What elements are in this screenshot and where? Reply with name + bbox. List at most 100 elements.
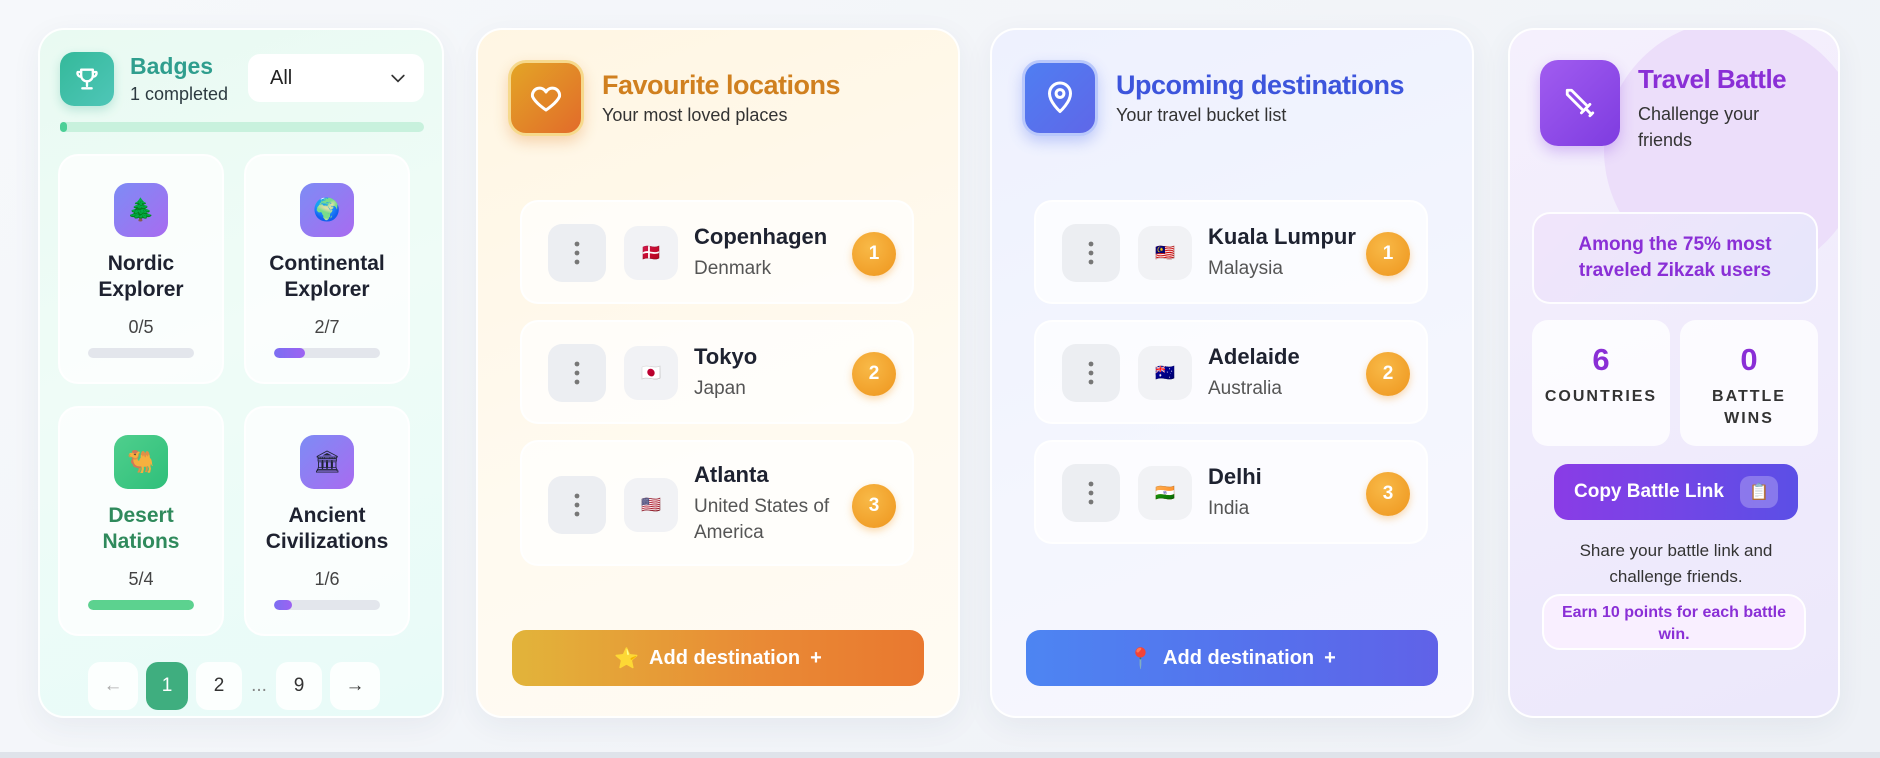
badge-tile-desert-nations[interactable]: 🐫 Desert Nations 5/4 [58,406,224,636]
badge-count: 5/4 [128,569,154,589]
heart-icon [508,60,584,136]
drag-handle-icon[interactable] [1062,344,1120,402]
favourite-subtitle: Your most loved places [602,105,788,125]
favourite-locations-card: Favourite locations Your most loved plac… [476,28,960,718]
favourite-item[interactable]: 🇺🇸 Atlanta United States of America 3 [520,440,914,566]
upcoming-title: Upcoming destinations [1116,70,1405,100]
badges-progress-fill [60,122,68,132]
badges-pagination: ← 1 2 ... 9 → [88,662,380,710]
badge-count: 2/7 [314,317,340,337]
badge-count: 1/6 [314,569,340,589]
upcoming-item[interactable]: 🇦🇺 Adelaide Australia 2 [1034,320,1428,424]
camel-icon: 🐫 [114,435,168,489]
drag-handle-icon[interactable] [548,344,606,402]
badge-progress-fill [274,600,293,610]
badge-name: Continental Explorer [269,252,385,301]
battle-title: Travel Battle [1638,64,1787,94]
prev-page-button[interactable]: ← [88,662,138,710]
drag-handle-icon[interactable] [548,224,606,282]
stat-countries: 6 COUNTRIES [1532,320,1670,446]
favourite-item[interactable]: 🇯🇵 Tokyo Japan 2 [520,320,914,424]
temple-icon: 🏛 [300,435,354,489]
badge-filter-select[interactable]: All [248,54,424,102]
denmark-flag-icon: 🇩🇰 [624,226,678,280]
next-page-button[interactable]: → [330,662,380,710]
location-city: Atlanta [694,462,769,487]
location-city: Copenhagen [694,224,828,249]
sword-icon [1540,60,1620,146]
badge-count: 0/5 [128,317,154,337]
rank-badge: 2 [852,352,896,396]
stat-label: BATTLE WINS [1712,388,1786,427]
tree-icon: 🌲 [114,183,168,237]
bottom-scrollbar [0,752,1880,758]
battle-subtitle: Challenge your friends [1638,104,1760,150]
rank-badge: 1 [852,232,896,276]
badge-progress-fill [274,348,305,358]
user-percentile-box: Among the 75% most traveled Zikzak users [1532,212,1818,304]
travel-battle-card: Travel Battle Challenge your friends Amo… [1508,28,1840,718]
rank-badge: 3 [852,484,896,528]
location-city: Delhi [1208,464,1262,489]
badge-progress-bar [274,600,380,610]
badge-filter-value: All [270,66,293,89]
add-upcoming-destination-button[interactable]: 📍 Add destination + [1026,630,1438,686]
badge-progress-bar [274,348,380,358]
badge-tile-continental-explorer[interactable]: 🌍 Continental Explorer 2/7 [244,154,410,384]
usa-flag-icon: 🇺🇸 [624,478,678,532]
location-city: Adelaide [1208,344,1300,369]
location-city: Kuala Lumpur [1208,224,1356,249]
upcoming-destinations-card: Upcoming destinations Your travel bucket… [990,28,1474,718]
drag-handle-icon[interactable] [1062,224,1120,282]
page-button-9[interactable]: 9 [276,662,322,710]
japan-flag-icon: 🇯🇵 [624,346,678,400]
badges-completed-count: 1 completed [130,84,229,104]
rank-badge: 1 [1366,232,1410,276]
badge-progress-fill [88,600,194,610]
badges-progress-bar [60,122,424,132]
location-country: Malaysia [1208,258,1283,279]
copy-battle-link-button[interactable]: Copy Battle Link 📋 [1554,464,1798,520]
page-button-2[interactable]: 2 [196,662,242,710]
stat-battle-wins: 0 BATTLE WINS [1680,320,1818,446]
map-pin-icon: 📍 [1128,647,1154,670]
badges-header: Badges 1 completed [60,52,228,106]
stat-value: 6 [1592,342,1610,377]
location-country: Japan [694,378,746,399]
stat-label: COUNTRIES [1544,388,1658,405]
pagination-ellipsis: ... [251,675,267,696]
upcoming-item[interactable]: 🇮🇳 Delhi India 3 [1034,440,1428,544]
badge-tile-ancient-civilizations[interactable]: 🏛 Ancient Civilizations 1/6 [244,406,410,636]
stat-value: 0 [1740,342,1758,377]
chevron-down-icon [388,68,408,94]
india-flag-icon: 🇮🇳 [1138,466,1192,520]
favourite-item[interactable]: 🇩🇰 Copenhagen Denmark 1 [520,200,914,304]
location-country: Denmark [694,258,772,279]
badge-progress-bar [88,600,194,610]
trophy-icon [60,52,114,106]
badge-progress-bar [88,348,194,358]
location-country: Australia [1208,378,1282,399]
malaysia-flag-icon: 🇲🇾 [1138,226,1192,280]
earn-points-note: Earn 10 points for each battle win. [1542,594,1806,650]
add-favourite-destination-button[interactable]: ⭐ Add destination + [512,630,924,686]
star-icon: ⭐ [614,647,640,670]
badge-name: Ancient Civilizations [265,504,389,553]
globe-icon: 🌍 [300,183,354,237]
location-country: India [1208,498,1250,519]
share-hint: Share your battle link and challenge frie… [1579,541,1773,586]
favourite-title: Favourite locations [602,70,841,100]
badges-title: Badges [130,53,214,79]
drag-handle-icon[interactable] [548,476,606,534]
badges-card: Badges 1 completed All 🌲 Nordic Explorer … [38,28,444,718]
australia-flag-icon: 🇦🇺 [1138,346,1192,400]
badge-name: Nordic Explorer [98,252,184,301]
drag-handle-icon[interactable] [1062,464,1120,522]
plus-icon: + [1324,646,1336,669]
clipboard-icon: 📋 [1740,476,1778,508]
page-button-1[interactable]: 1 [146,662,188,710]
plus-icon: + [810,646,822,669]
rank-badge: 3 [1366,472,1410,516]
upcoming-item[interactable]: 🇲🇾 Kuala Lumpur Malaysia 1 [1034,200,1428,304]
badge-tile-nordic-explorer[interactable]: 🌲 Nordic Explorer 0/5 [58,154,224,384]
